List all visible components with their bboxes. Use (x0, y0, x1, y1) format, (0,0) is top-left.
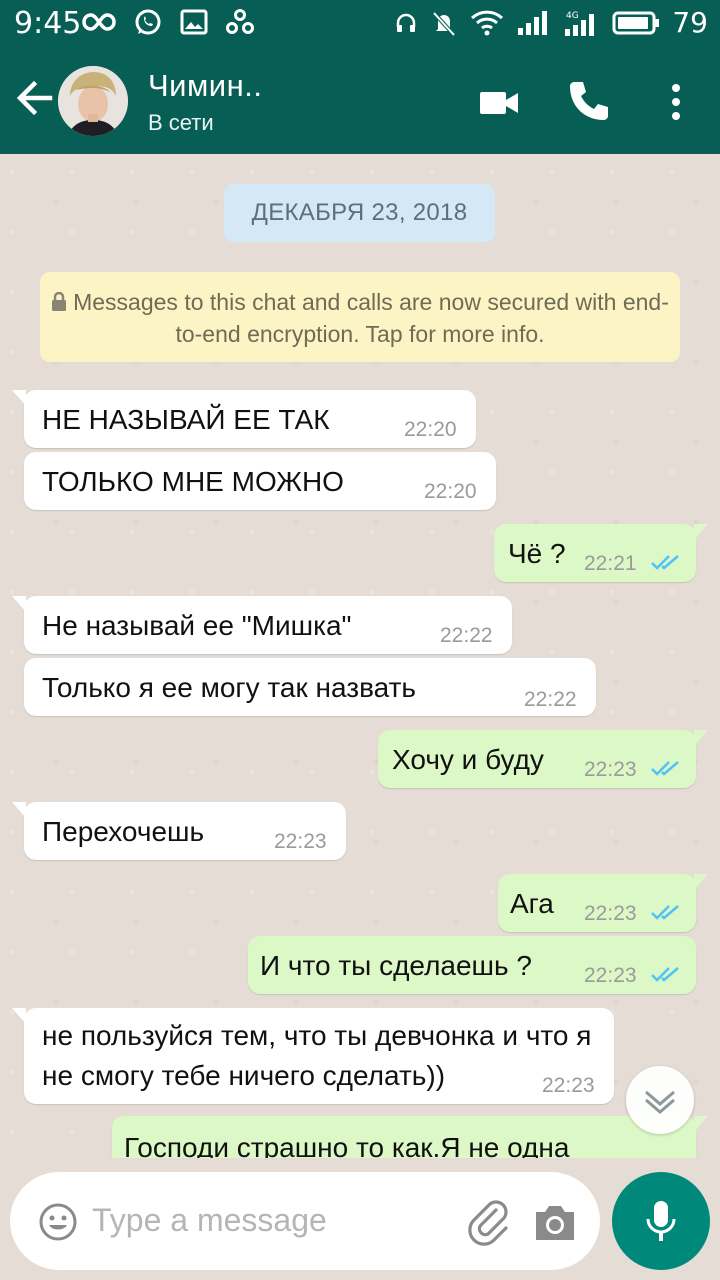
message-time: 22:23 (274, 830, 327, 853)
message-time: 22:23 (542, 1074, 595, 1097)
message-text: НЕ НАЗЫВАЙ ЕЕ ТАК (42, 404, 330, 435)
message-incoming[interactable]: не пользуйся тем, что ты девчонка и что … (12, 1008, 614, 1104)
message-text: Ага (510, 888, 554, 919)
message-input[interactable] (92, 1192, 452, 1248)
message-incoming[interactable]: ТОЛЬКО МНЕ МОЖНО 22:20 (24, 452, 496, 510)
message-text: Чё ? (508, 538, 566, 569)
message-text: Перехочешь (42, 816, 205, 847)
message-text: ТОЛЬКО МНЕ МОЖНО (42, 466, 344, 497)
whatsapp-icon (135, 9, 161, 35)
back-arrow-icon (16, 80, 53, 116)
signal-icon (518, 10, 548, 35)
read-ticks-icon (651, 967, 679, 982)
chat-header: Чимин.. В сети (0, 48, 720, 154)
chevron-down-icon (645, 1090, 675, 1114)
attach-button[interactable] (466, 1200, 512, 1246)
message-incoming[interactable]: Не называй ее "Мишка" 22:22 (12, 596, 512, 654)
paperclip-icon (468, 1200, 508, 1246)
mic-icon (646, 1201, 676, 1241)
message-outgoing[interactable]: Господи страшно то как.Я не одна (112, 1116, 708, 1158)
voice-call-button[interactable] (566, 78, 612, 124)
message-time: 22:22 (440, 624, 493, 647)
message-time: 22:23 (584, 758, 637, 781)
battery-level: 79 (672, 6, 708, 39)
read-ticks-icon (651, 905, 679, 920)
message-text: И что ты сделаешь ? (260, 950, 532, 981)
voice-message-button[interactable] (612, 1172, 710, 1270)
message-outgoing[interactable]: Хочу и буду 22:23 (378, 730, 708, 788)
message-outgoing[interactable]: Чё ? 22:21 (494, 524, 708, 582)
back-button[interactable] (14, 78, 58, 122)
headset-icon (397, 13, 416, 32)
read-ticks-icon (651, 761, 679, 776)
camera-button[interactable] (532, 1202, 578, 1244)
video-call-icon (480, 92, 518, 114)
message-time: 22:23 (584, 964, 637, 987)
more-options-button[interactable] (664, 80, 688, 124)
message-time: 22:22 (524, 688, 577, 711)
gallery-icon (180, 9, 208, 35)
emoji-button[interactable] (38, 1202, 78, 1242)
scroll-to-bottom-button[interactable] (626, 1066, 694, 1134)
message-time: 22:23 (584, 902, 637, 925)
share-icon (226, 9, 254, 34)
contact-status: В сети (148, 110, 214, 135)
message-time: 22:21 (584, 552, 637, 575)
encryption-notice[interactable]: Messages to this chat and calls are now … (40, 272, 680, 362)
message-text: Господи страшно то как.Я не одна (124, 1132, 570, 1158)
chat-area[interactable]: ДЕКАБРЯ 23, 2018 Messages to this chat a… (0, 154, 720, 1158)
lock-icon (51, 289, 67, 319)
more-icon (672, 84, 680, 120)
avatar-photo (58, 66, 128, 136)
message-text: не пользуйся тем, что ты девчонка и что … (42, 1020, 592, 1091)
emoji-icon (39, 1203, 77, 1241)
message-outgoing[interactable]: И что ты сделаешь ? 22:23 (248, 936, 696, 994)
message-incoming[interactable]: НЕ НАЗЫВАЙ ЕЕ ТАК 22:20 (12, 390, 476, 448)
message-text: Не называй ее "Мишка" (42, 610, 352, 641)
contact-avatar[interactable] (58, 66, 128, 136)
message-outgoing[interactable]: Ага 22:23 (498, 874, 708, 932)
message-time: 22:20 (424, 480, 477, 503)
read-ticks-icon (651, 555, 679, 570)
message-text: Хочу и буду (392, 744, 544, 775)
wifi-icon (471, 10, 504, 35)
call-icon (570, 82, 608, 120)
camera-icon (536, 1206, 574, 1240)
message-text: Только я ее могу так назвать (42, 672, 416, 703)
message-incoming[interactable]: Только я ее могу так назвать 22:22 (24, 658, 596, 716)
status-time: 9:45 (14, 6, 82, 41)
message-compose-box (10, 1172, 600, 1270)
input-bar (0, 1158, 720, 1280)
status-bar: 9:45 4G 79 (0, 0, 720, 48)
signal-4g-icon: 4G (565, 11, 595, 36)
message-time: 22:20 (404, 418, 457, 441)
video-call-button[interactable] (478, 82, 520, 124)
infinity-icon (82, 13, 116, 31)
mute-icon (432, 11, 456, 36)
battery-icon (612, 11, 660, 34)
svg-text:4G: 4G (566, 11, 579, 21)
contact-name[interactable]: Чимин.. (148, 68, 262, 104)
date-chip: ДЕКАБРЯ 23, 2018 (224, 184, 495, 242)
message-incoming[interactable]: Перехочешь 22:23 (12, 802, 346, 860)
encryption-notice-text: Messages to this chat and calls are now … (73, 289, 669, 347)
